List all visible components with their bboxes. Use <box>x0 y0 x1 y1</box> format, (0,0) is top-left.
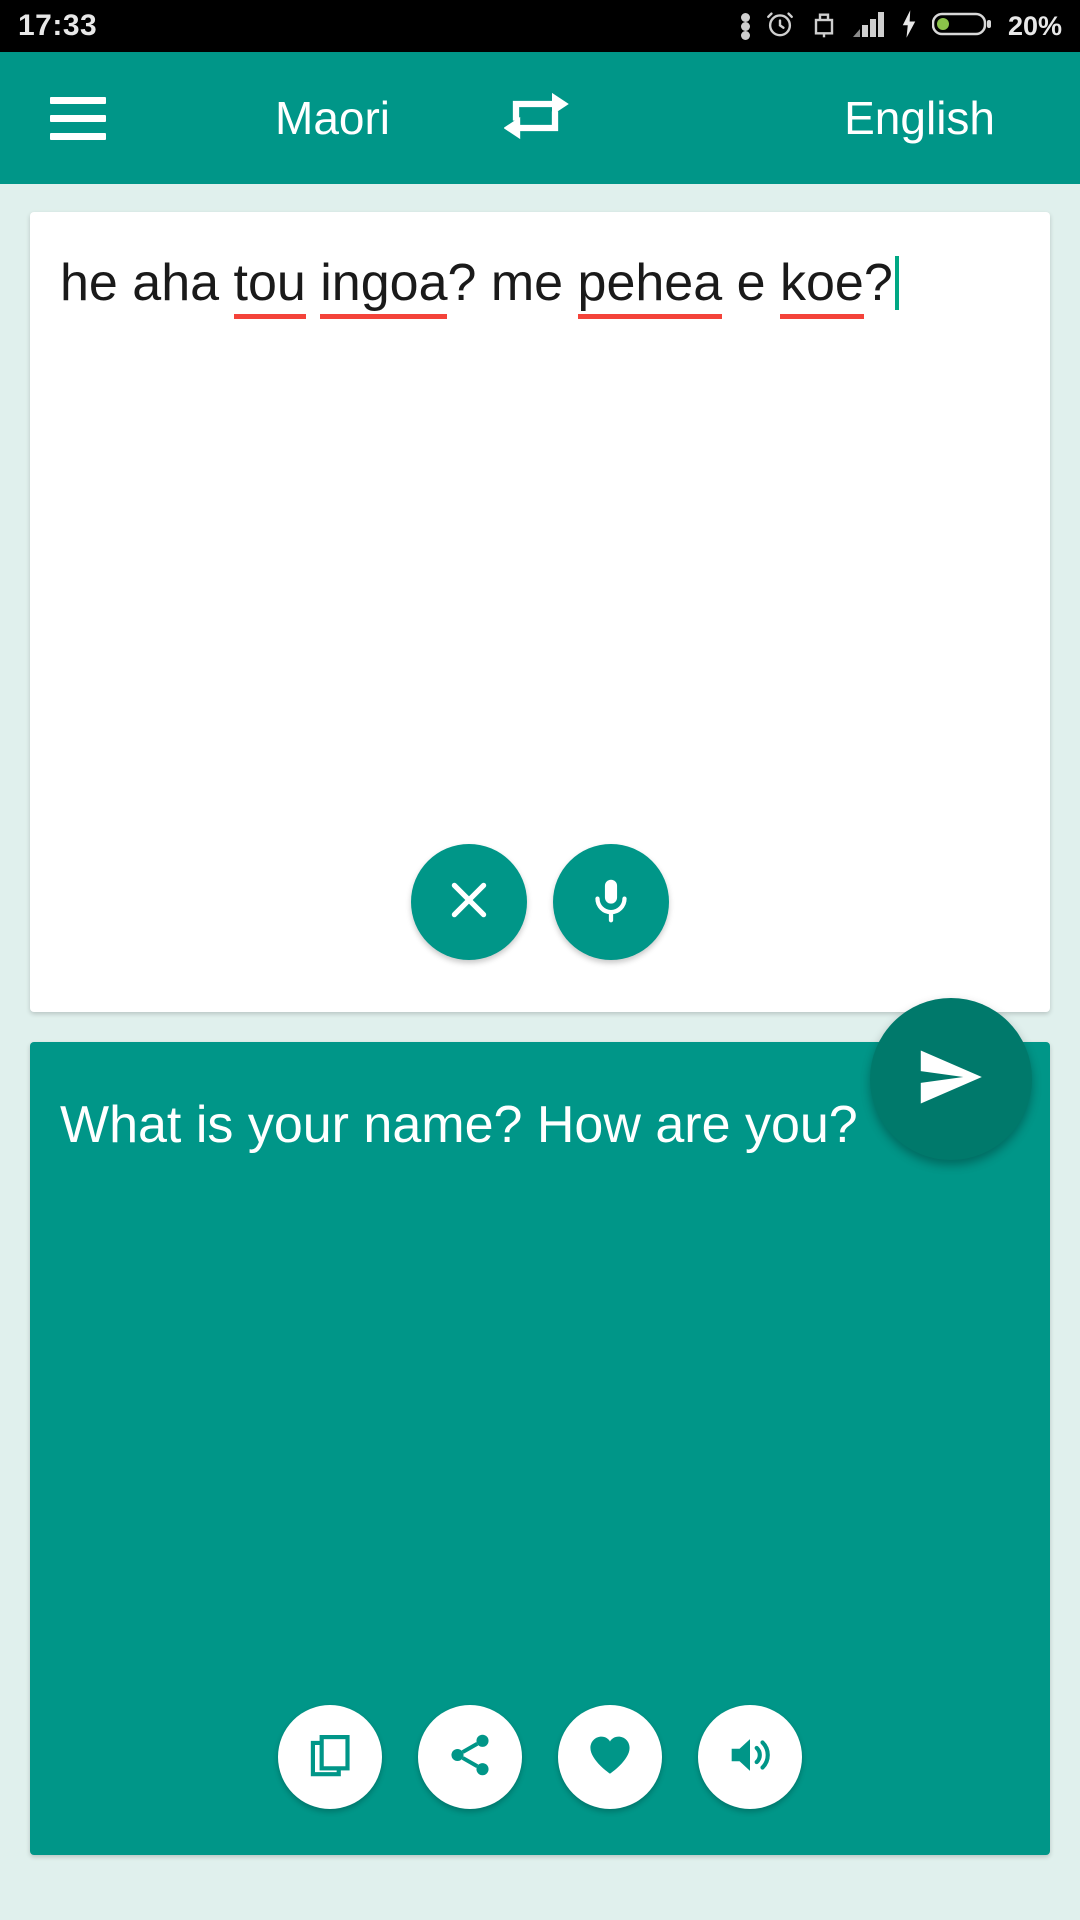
share-button[interactable] <box>418 1705 522 1809</box>
alarm-clock-icon <box>764 8 796 45</box>
copy-button[interactable] <box>278 1705 382 1809</box>
swap-languages-icon[interactable] <box>503 80 576 157</box>
text-segment: ? me <box>447 254 578 312</box>
clear-icon <box>442 873 496 932</box>
charging-bolt-icon <box>900 9 918 44</box>
source-language-button[interactable]: Maori <box>275 91 390 145</box>
signal-bars-icon <box>852 9 886 44</box>
microphone-button[interactable] <box>553 844 669 960</box>
usb-lock-icon <box>810 8 838 45</box>
text-segment: e <box>722 254 780 312</box>
text-segment-misspelled: ingoa <box>320 254 448 319</box>
target-language-button[interactable]: English <box>844 91 995 145</box>
more-dots-icon <box>740 12 750 40</box>
status-bar: 17:33 20% <box>0 0 1080 52</box>
favorite-button[interactable] <box>558 1705 662 1809</box>
text-segment-misspelled: koe <box>779 254 864 319</box>
microphone-icon <box>584 873 638 932</box>
speaker-volume-icon <box>725 1730 775 1785</box>
text-segment: he aha <box>60 254 234 312</box>
translate-send-button[interactable] <box>870 998 1032 1160</box>
send-icon <box>914 1040 988 1119</box>
text-segment-misspelled: pehea <box>577 254 723 319</box>
output-action-buttons <box>30 1705 1050 1809</box>
battery-percentage: 20% <box>1007 10 1062 41</box>
text-cursor <box>894 256 899 310</box>
text-segment-misspelled: tou <box>233 254 306 319</box>
text-segment <box>306 254 320 312</box>
speak-button[interactable] <box>698 1705 802 1809</box>
favorite-heart-icon <box>585 1730 635 1785</box>
copy-icon <box>305 1730 355 1785</box>
status-icons-group: 20% <box>740 8 1062 45</box>
battery-icon <box>931 10 992 43</box>
app-bar: Maori English <box>0 52 1080 184</box>
text-segment: ? <box>863 254 893 312</box>
status-time: 17:33 <box>18 9 98 42</box>
translated-text-card: What is your name? How are you? <box>30 1042 1050 1855</box>
source-text-card[interactable]: he aha tou ingoa? me pehea e koe? <box>30 212 1050 1012</box>
clear-button[interactable] <box>411 844 527 960</box>
main-content: he aha tou ingoa? me pehea e koe? What i… <box>0 184 1080 1855</box>
share-icon <box>445 1730 495 1785</box>
input-action-buttons <box>30 844 1050 960</box>
source-text-input[interactable]: he aha tou ingoa? me pehea e koe? <box>60 252 1020 319</box>
hamburger-menu-icon[interactable] <box>50 96 106 140</box>
